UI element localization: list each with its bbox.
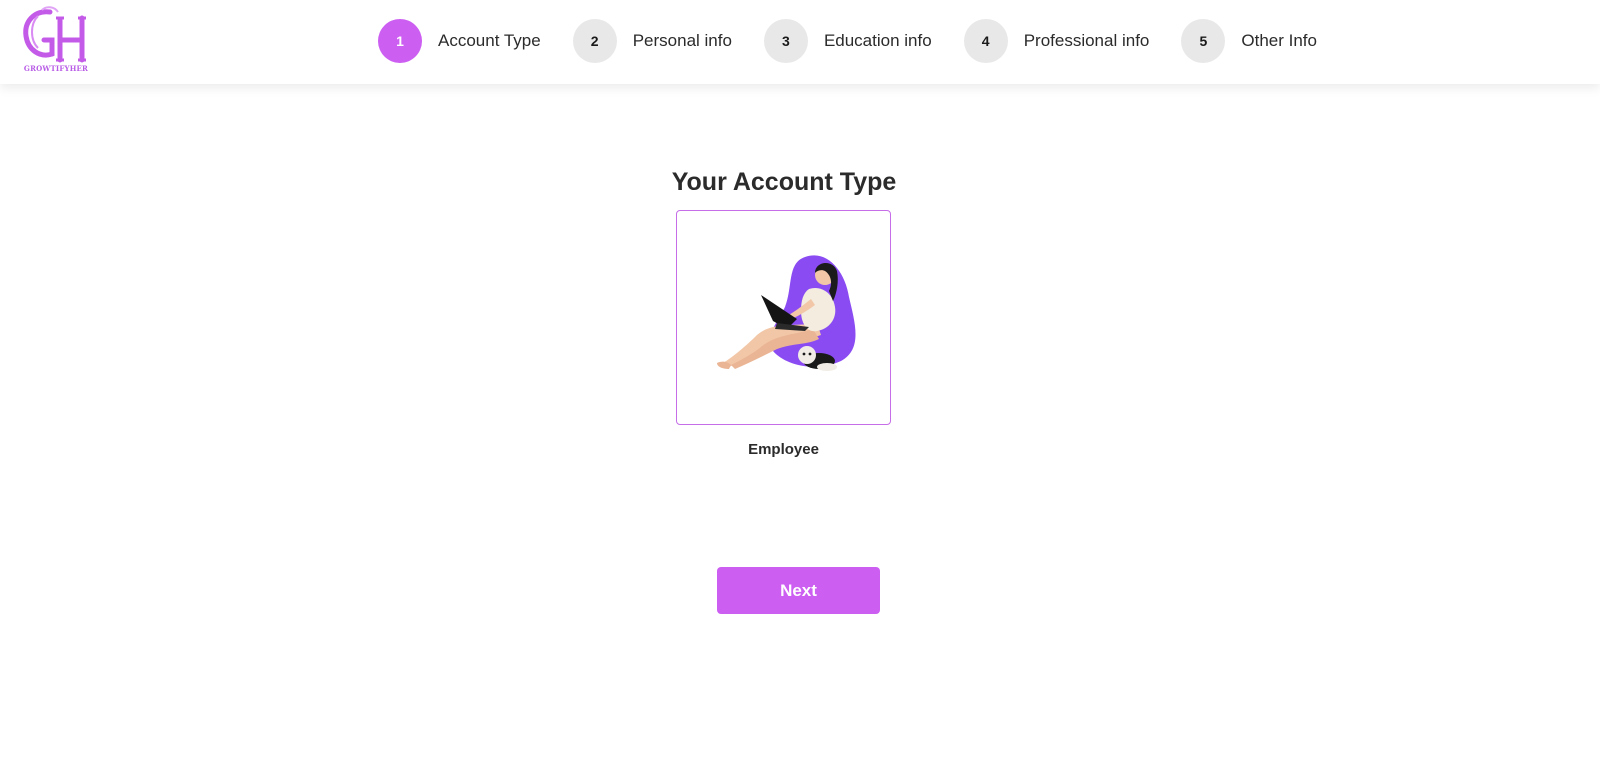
signup-stepper: 1 Account Type 2 Personal info 3 Educati…	[378, 19, 1349, 63]
step-number-badge: 2	[572, 19, 617, 63]
step-number-badge: 3	[763, 19, 808, 63]
account-type-label: Employee	[748, 441, 819, 458]
step-number-badge: 5	[1181, 19, 1226, 63]
account-type-card-employee[interactable]	[676, 210, 891, 425]
gh-monogram-logo-icon	[23, 6, 86, 63]
step-label: Other Info	[1241, 31, 1317, 50]
step-professional-info[interactable]: 4 Professional info	[963, 19, 1150, 63]
page-title: Your Account Type	[671, 168, 897, 196]
step-personal-info[interactable]: 2 Personal info	[572, 19, 732, 63]
brand-logo-text: GROWTIFYHER	[23, 64, 89, 73]
step-number-badge: 1	[378, 19, 422, 63]
top-header: GROWTIFYHER 1 Account Type 2 Personal in…	[0, 0, 1600, 84]
step-label: Education info	[823, 31, 932, 50]
brand-logo[interactable]: GROWTIFYHER	[20, 6, 94, 74]
step-account-type[interactable]: 1 Account Type	[378, 19, 541, 63]
step-other-info[interactable]: 5 Other Info	[1181, 19, 1317, 63]
step-number-badge: 4	[963, 19, 1008, 63]
next-button[interactable]: Next	[717, 567, 880, 614]
step-label: Professional info	[1023, 31, 1150, 50]
step-label: Account Type	[438, 31, 541, 50]
woman-on-beanbag-with-laptop-illustration-icon	[717, 255, 856, 371]
step-education-info[interactable]: 3 Education info	[763, 19, 932, 63]
step-label: Personal info	[632, 31, 732, 50]
